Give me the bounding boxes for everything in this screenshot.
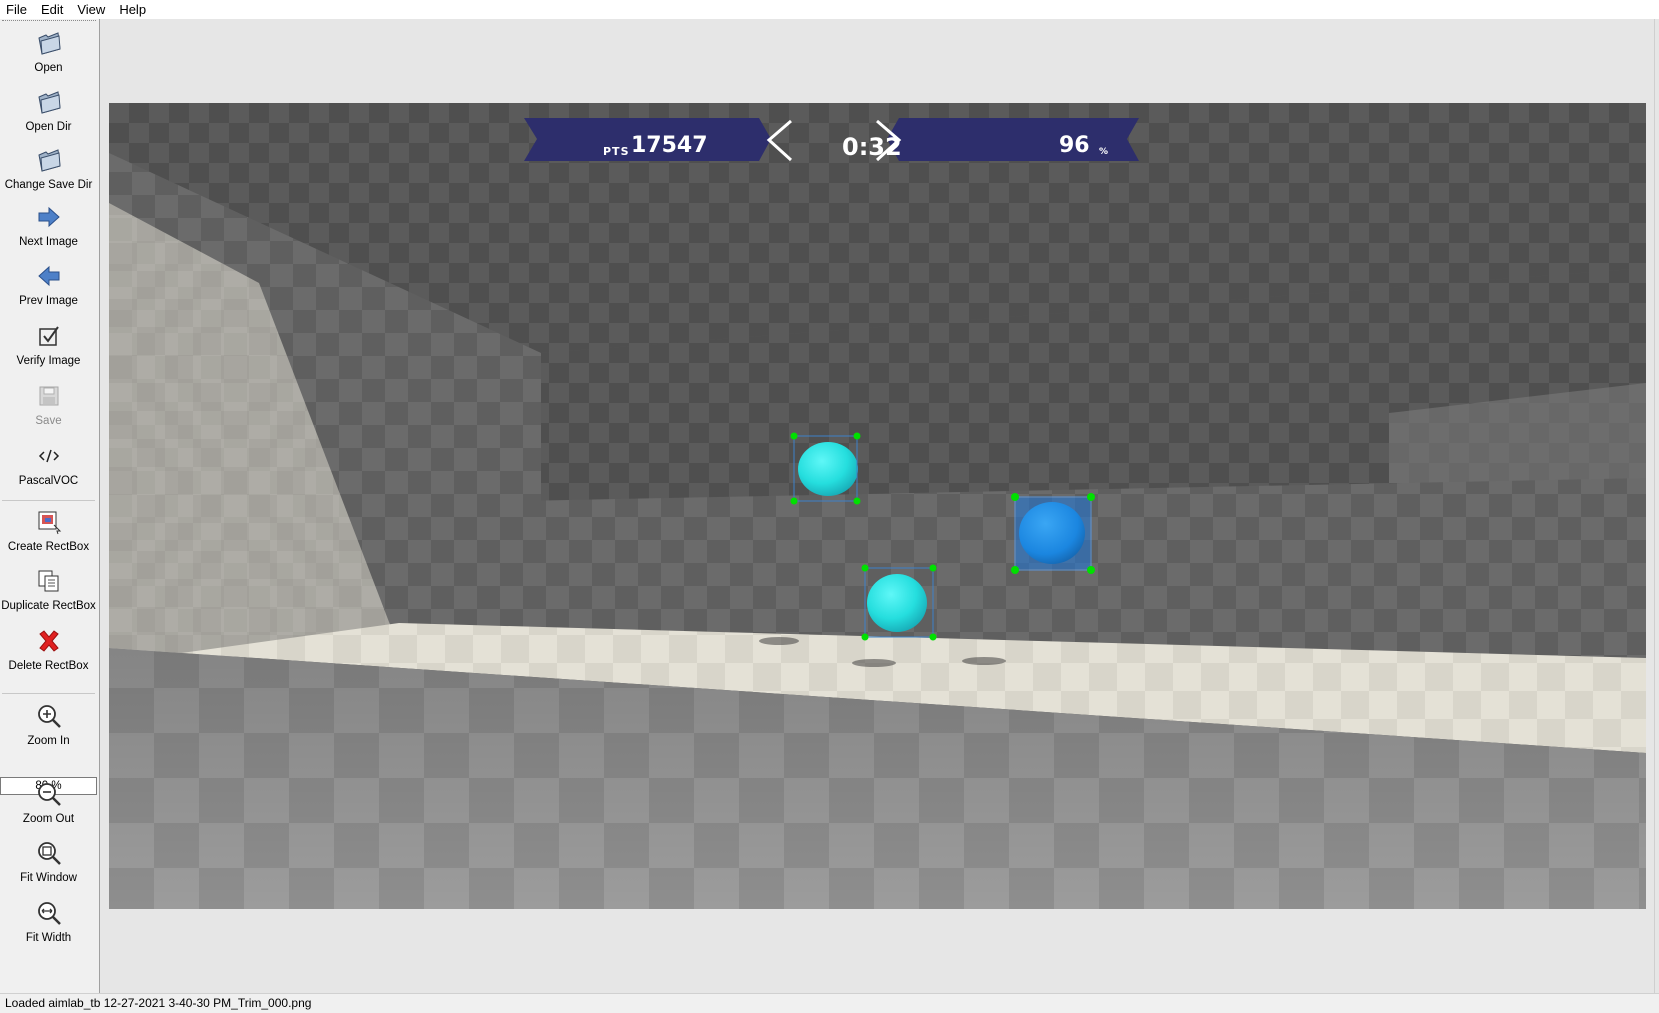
fit-width-label: Fit Width [25,932,72,944]
menu-bar: File Edit View Help [0,0,1659,19]
menu-edit[interactable]: Edit [35,0,71,19]
duplicate-rectbox-button[interactable]: Duplicate RectBox [0,561,97,617]
hud-accuracy: 96 [1059,133,1090,158]
fit-window-icon [36,839,62,867]
format-label: PascalVOC [18,475,79,487]
prev-image-label: Prev Image [19,295,78,307]
open-dir-button[interactable]: Open Dir [0,82,97,138]
scene-image [109,103,1646,909]
menu-file[interactable]: File [0,0,35,19]
floppy-disk-icon [36,382,62,410]
change-save-dir-button[interactable]: Change Save Dir [0,140,97,196]
zoom-in-icon [36,702,62,730]
code-icon [36,442,62,470]
verify-image-label: Verify Image [16,355,81,367]
open-label: Open [34,62,63,74]
menu-help[interactable]: Help [113,0,154,19]
next-image-button[interactable]: Next Image [0,197,97,253]
target-sphere [798,442,858,496]
zoom-out-button[interactable]: Zoom Out [0,774,97,830]
duplicate-rectbox-label: Duplicate RectBox [1,600,96,612]
toolbar-separator [2,693,95,694]
prev-image-button[interactable]: Prev Image [0,256,97,312]
next-image-label: Next Image [19,236,78,248]
hud-timer: 0:32 [842,133,902,161]
fit-width-icon [36,899,62,927]
selected-rectbox[interactable] [1011,493,1095,574]
verify-image-button[interactable]: Verify Image [0,316,97,372]
image-canvas[interactable]: PTS 17547 0:32 96 % [109,103,1646,909]
arrow-left-icon [36,262,62,290]
zoom-out-icon [36,780,62,808]
create-box-icon [36,508,62,536]
hud-score: 17547 [631,133,708,158]
open-dir-label: Open Dir [25,121,72,133]
hud-pts-label: PTS [603,145,630,158]
fit-window-label: Fit Window [20,872,77,884]
fit-width-button[interactable]: Fit Width [0,893,97,949]
arrow-right-icon [36,203,62,231]
format-button[interactable]: PascalVOC [0,436,97,492]
create-rectbox-label: Create RectBox [7,541,90,553]
save-label: Save [35,415,62,427]
toolbar: Open Open Dir Change Save Dir Next Image… [0,19,100,993]
folder-open-icon [36,88,62,116]
vertical-scrollbar[interactable] [1654,19,1659,993]
change-save-dir-label: Change Save Dir [4,179,93,191]
duplicate-icon [36,567,62,595]
zoom-out-label: Zoom Out [22,813,75,825]
hud-accuracy-unit: % [1099,147,1109,157]
zoom-in-button[interactable]: Zoom In [0,696,97,752]
delete-x-icon [36,627,62,655]
create-rectbox-button[interactable]: Create RectBox [0,502,97,558]
zoom-in-label: Zoom In [27,735,70,747]
save-button[interactable]: Save [0,376,97,432]
menu-view[interactable]: View [71,0,113,19]
toolbar-separator [2,500,95,501]
target-sphere [867,574,927,632]
toolbar-grip[interactable] [2,20,96,21]
delete-rectbox-button[interactable]: Delete RectBox [0,621,97,677]
open-button[interactable]: Open [0,23,97,79]
folder-open-icon [36,29,62,57]
folder-open-icon [36,146,62,174]
status-bar: Loaded aimlab_tb 12-27-2021 3-40-30 PM_T… [0,993,1659,1012]
delete-rectbox-label: Delete RectBox [8,660,89,672]
checkbox-check-icon [36,322,62,350]
fit-window-button[interactable]: Fit Window [0,833,97,889]
